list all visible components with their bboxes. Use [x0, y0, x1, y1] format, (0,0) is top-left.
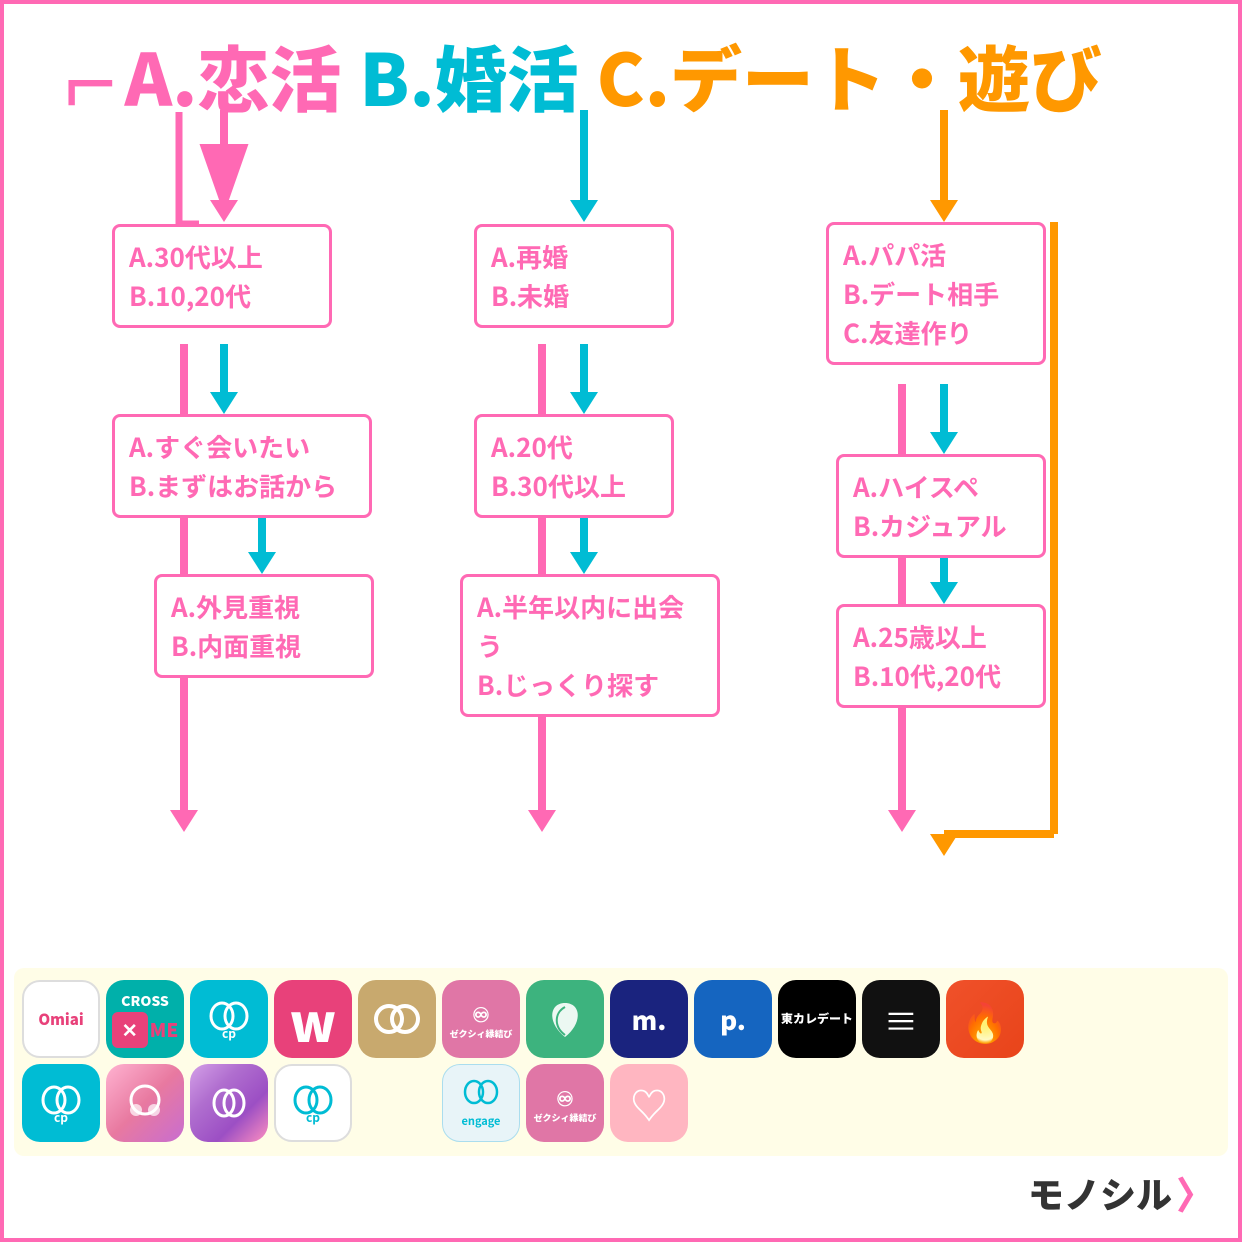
app-with[interactable]: w: [274, 980, 352, 1058]
title-area: ⌐ A.恋活 B.婚活 C.デート・遊び: [64, 22, 1218, 127]
svg-text:cp: cp: [54, 1109, 68, 1126]
col3-box3: A.25歳以上 B.10代,20代: [836, 604, 1046, 708]
app-marriage[interactable]: m.: [610, 980, 688, 1058]
col1-box2-line1: A.すぐ会いたい: [129, 427, 355, 466]
watermark-chevron: 〉: [1176, 1165, 1214, 1220]
col2-box2-line2: B.30代以上: [491, 466, 657, 505]
col2-box2-line1: A.20代: [491, 427, 657, 466]
app-omiai[interactable]: Omiai: [22, 980, 100, 1058]
app-crossme[interactable]: CROSS ✕ ME: [106, 980, 184, 1058]
svg-text:cp: cp: [222, 1025, 236, 1042]
col3-box2-line2: B.カジュアル: [853, 506, 1029, 545]
col1-box1-line1: A.30代以上: [129, 237, 315, 276]
app-zexy-enmusubi[interactable]: ♾ ゼクシィ縁結び: [442, 980, 520, 1058]
app-zexy-ring[interactable]: [358, 980, 436, 1058]
app-pairs3[interactable]: cp: [274, 1064, 352, 1142]
main-container: ⌐ A.恋活 B.婚活 C.デート・遊び: [0, 0, 1242, 1242]
app-match[interactable]: ≡: [862, 980, 940, 1058]
col3-box1-line2: B.デート相手: [843, 274, 1029, 313]
col1-box1: A.30代以上 B.10,20代: [112, 224, 332, 328]
title-part-c: C.デート・遊び: [597, 22, 1102, 127]
col1-box3-line1: A.外見重視: [171, 587, 357, 626]
title-part-b: B.婚活: [359, 22, 578, 127]
watermark-text: モノシル: [1028, 1167, 1172, 1219]
apps-row-2: cp: [22, 1064, 1220, 1142]
col1-box3-line2: B.内面重視: [171, 626, 357, 665]
app-yomimono[interactable]: ♡: [610, 1064, 688, 1142]
col3-box1: A.パパ活 B.デート相手 C.友達作り: [826, 222, 1046, 365]
col2-box3-line1: A.半年以内に出会う: [477, 587, 703, 665]
watermark: モノシル 〉: [1028, 1165, 1214, 1220]
app-tinder[interactable]: 🔥: [946, 980, 1024, 1058]
col2-box1-line2: B.未婚: [491, 276, 657, 315]
title-bracket: ⌐: [64, 43, 117, 106]
app-engage[interactable]: engage: [442, 1064, 520, 1142]
col3-box3-line2: B.10代,20代: [853, 656, 1029, 695]
apps-row-1: Omiai CROSS ✕ ME cp: [22, 980, 1220, 1058]
col2-box3-line2: B.じっくり探す: [477, 665, 703, 704]
col3-box2-line1: A.ハイスペ: [853, 467, 1029, 506]
app-mitsukoi[interactable]: [526, 980, 604, 1058]
apps-area: Omiai CROSS ✕ ME cp: [14, 968, 1228, 1156]
spacer: [358, 1064, 436, 1142]
app-hinge[interactable]: [106, 1064, 184, 1142]
col1-box2-line2: B.まずはお話から: [129, 466, 355, 505]
col1-box1-line2: B.10,20代: [129, 276, 315, 315]
col2-box1-line1: A.再婚: [491, 237, 657, 276]
col3-box1-line3: C.友達作り: [843, 313, 1029, 352]
col1-box3: A.外見重視 B.内面重視: [154, 574, 374, 678]
app-zexy2[interactable]: ♾ ゼクシィ縁結び: [526, 1064, 604, 1142]
app-bumble[interactable]: [190, 1064, 268, 1142]
app-pcmax[interactable]: p.: [694, 980, 772, 1058]
col2-box2: A.20代 B.30代以上: [474, 414, 674, 518]
col3-box2: A.ハイスペ B.カジュアル: [836, 454, 1046, 558]
col1-box2: A.すぐ会いたい B.まずはお話から: [112, 414, 372, 518]
col2-box1: A.再婚 B.未婚: [474, 224, 674, 328]
col2-box3: A.半年以内に出会う B.じっくり探す: [460, 574, 720, 717]
app-pairs[interactable]: cp: [190, 980, 268, 1058]
svg-text:cp: cp: [306, 1109, 320, 1126]
app-higashidate[interactable]: 東カレデート: [778, 980, 856, 1058]
app-pairs2[interactable]: cp: [22, 1064, 100, 1142]
col3-box3-line1: A.25歳以上: [853, 617, 1029, 656]
title-part-a: A.恋活: [125, 22, 342, 127]
col3-box1-line1: A.パパ活: [843, 235, 1029, 274]
